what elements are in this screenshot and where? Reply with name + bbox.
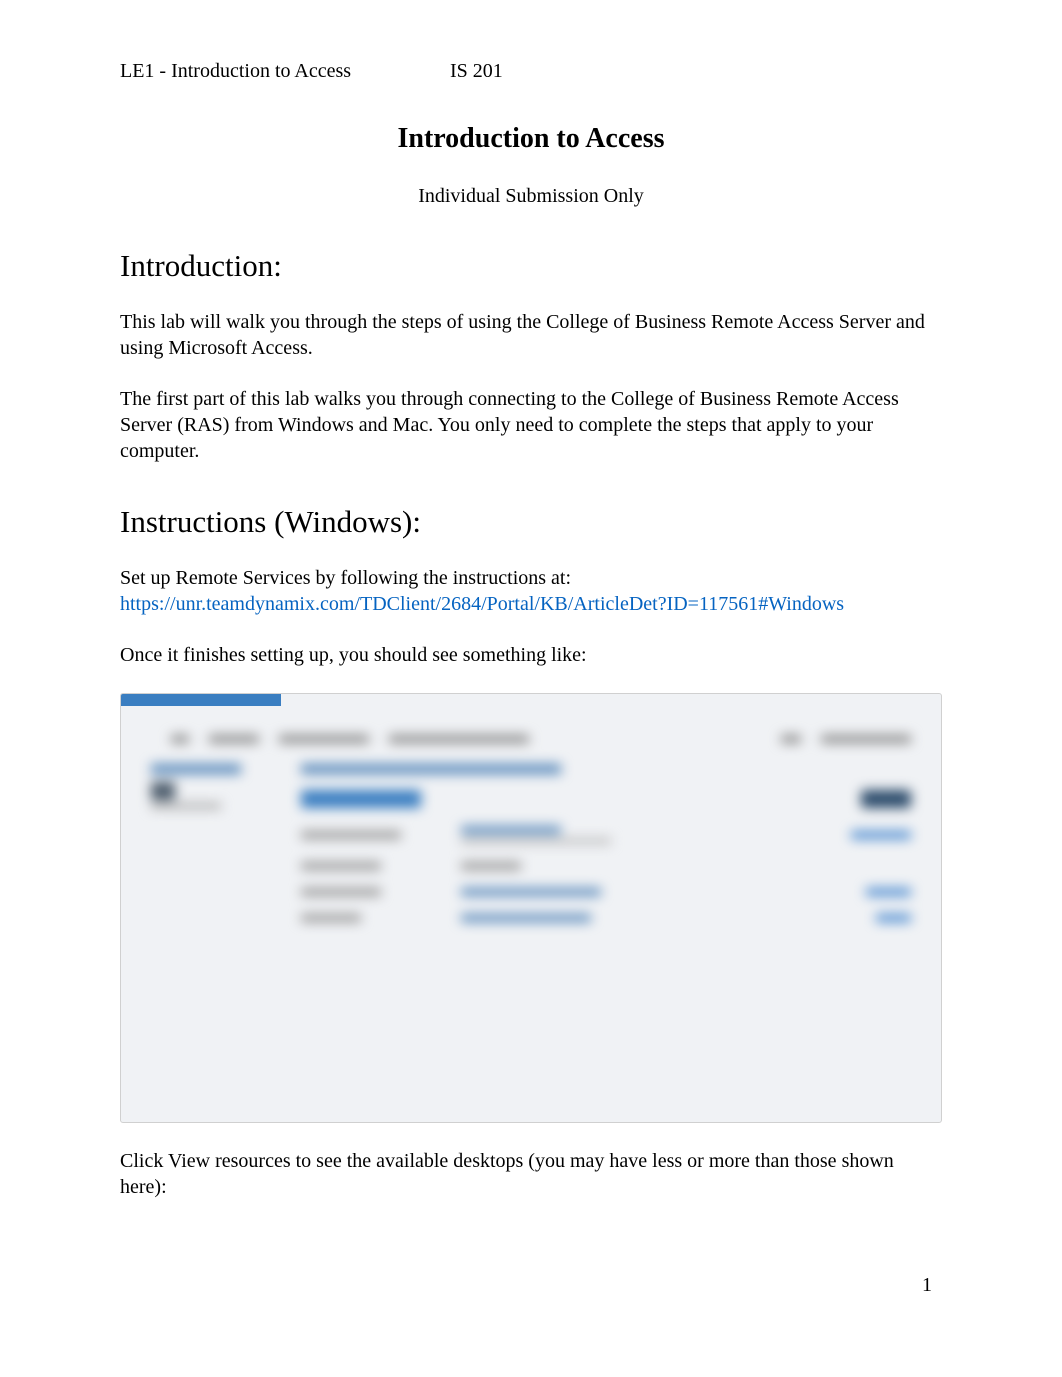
section-heading-introduction: Introduction: bbox=[120, 248, 942, 284]
teamdynamix-link[interactable]: https://unr.teamdynamix.com/TDClient/268… bbox=[120, 593, 844, 615]
instructions-line-3: Click View resources to see the availabl… bbox=[120, 1148, 942, 1200]
section-heading-instructions-windows: Instructions (Windows): bbox=[120, 504, 942, 540]
instructions-line-2: Once it finishes setting up, you should … bbox=[120, 642, 942, 668]
instructions-line-1: Set up Remote Services by following the … bbox=[120, 565, 942, 591]
document-title: Introduction to Access bbox=[120, 123, 942, 155]
document-header: LE1 - Introduction to Access IS 201 bbox=[120, 60, 942, 83]
page-number: 1 bbox=[922, 1274, 932, 1297]
header-right-text: IS 201 bbox=[450, 60, 942, 83]
instructions-link-wrapper: https://unr.teamdynamix.com/TDClient/268… bbox=[120, 591, 942, 617]
header-left-text: LE1 - Introduction to Access bbox=[120, 60, 450, 83]
intro-paragraph-2: The first part of this lab walks you thr… bbox=[120, 386, 942, 464]
intro-paragraph-1: This lab will walk you through the steps… bbox=[120, 309, 942, 361]
document-subtitle: Individual Submission Only bbox=[120, 185, 942, 208]
remote-services-screenshot bbox=[120, 693, 942, 1123]
